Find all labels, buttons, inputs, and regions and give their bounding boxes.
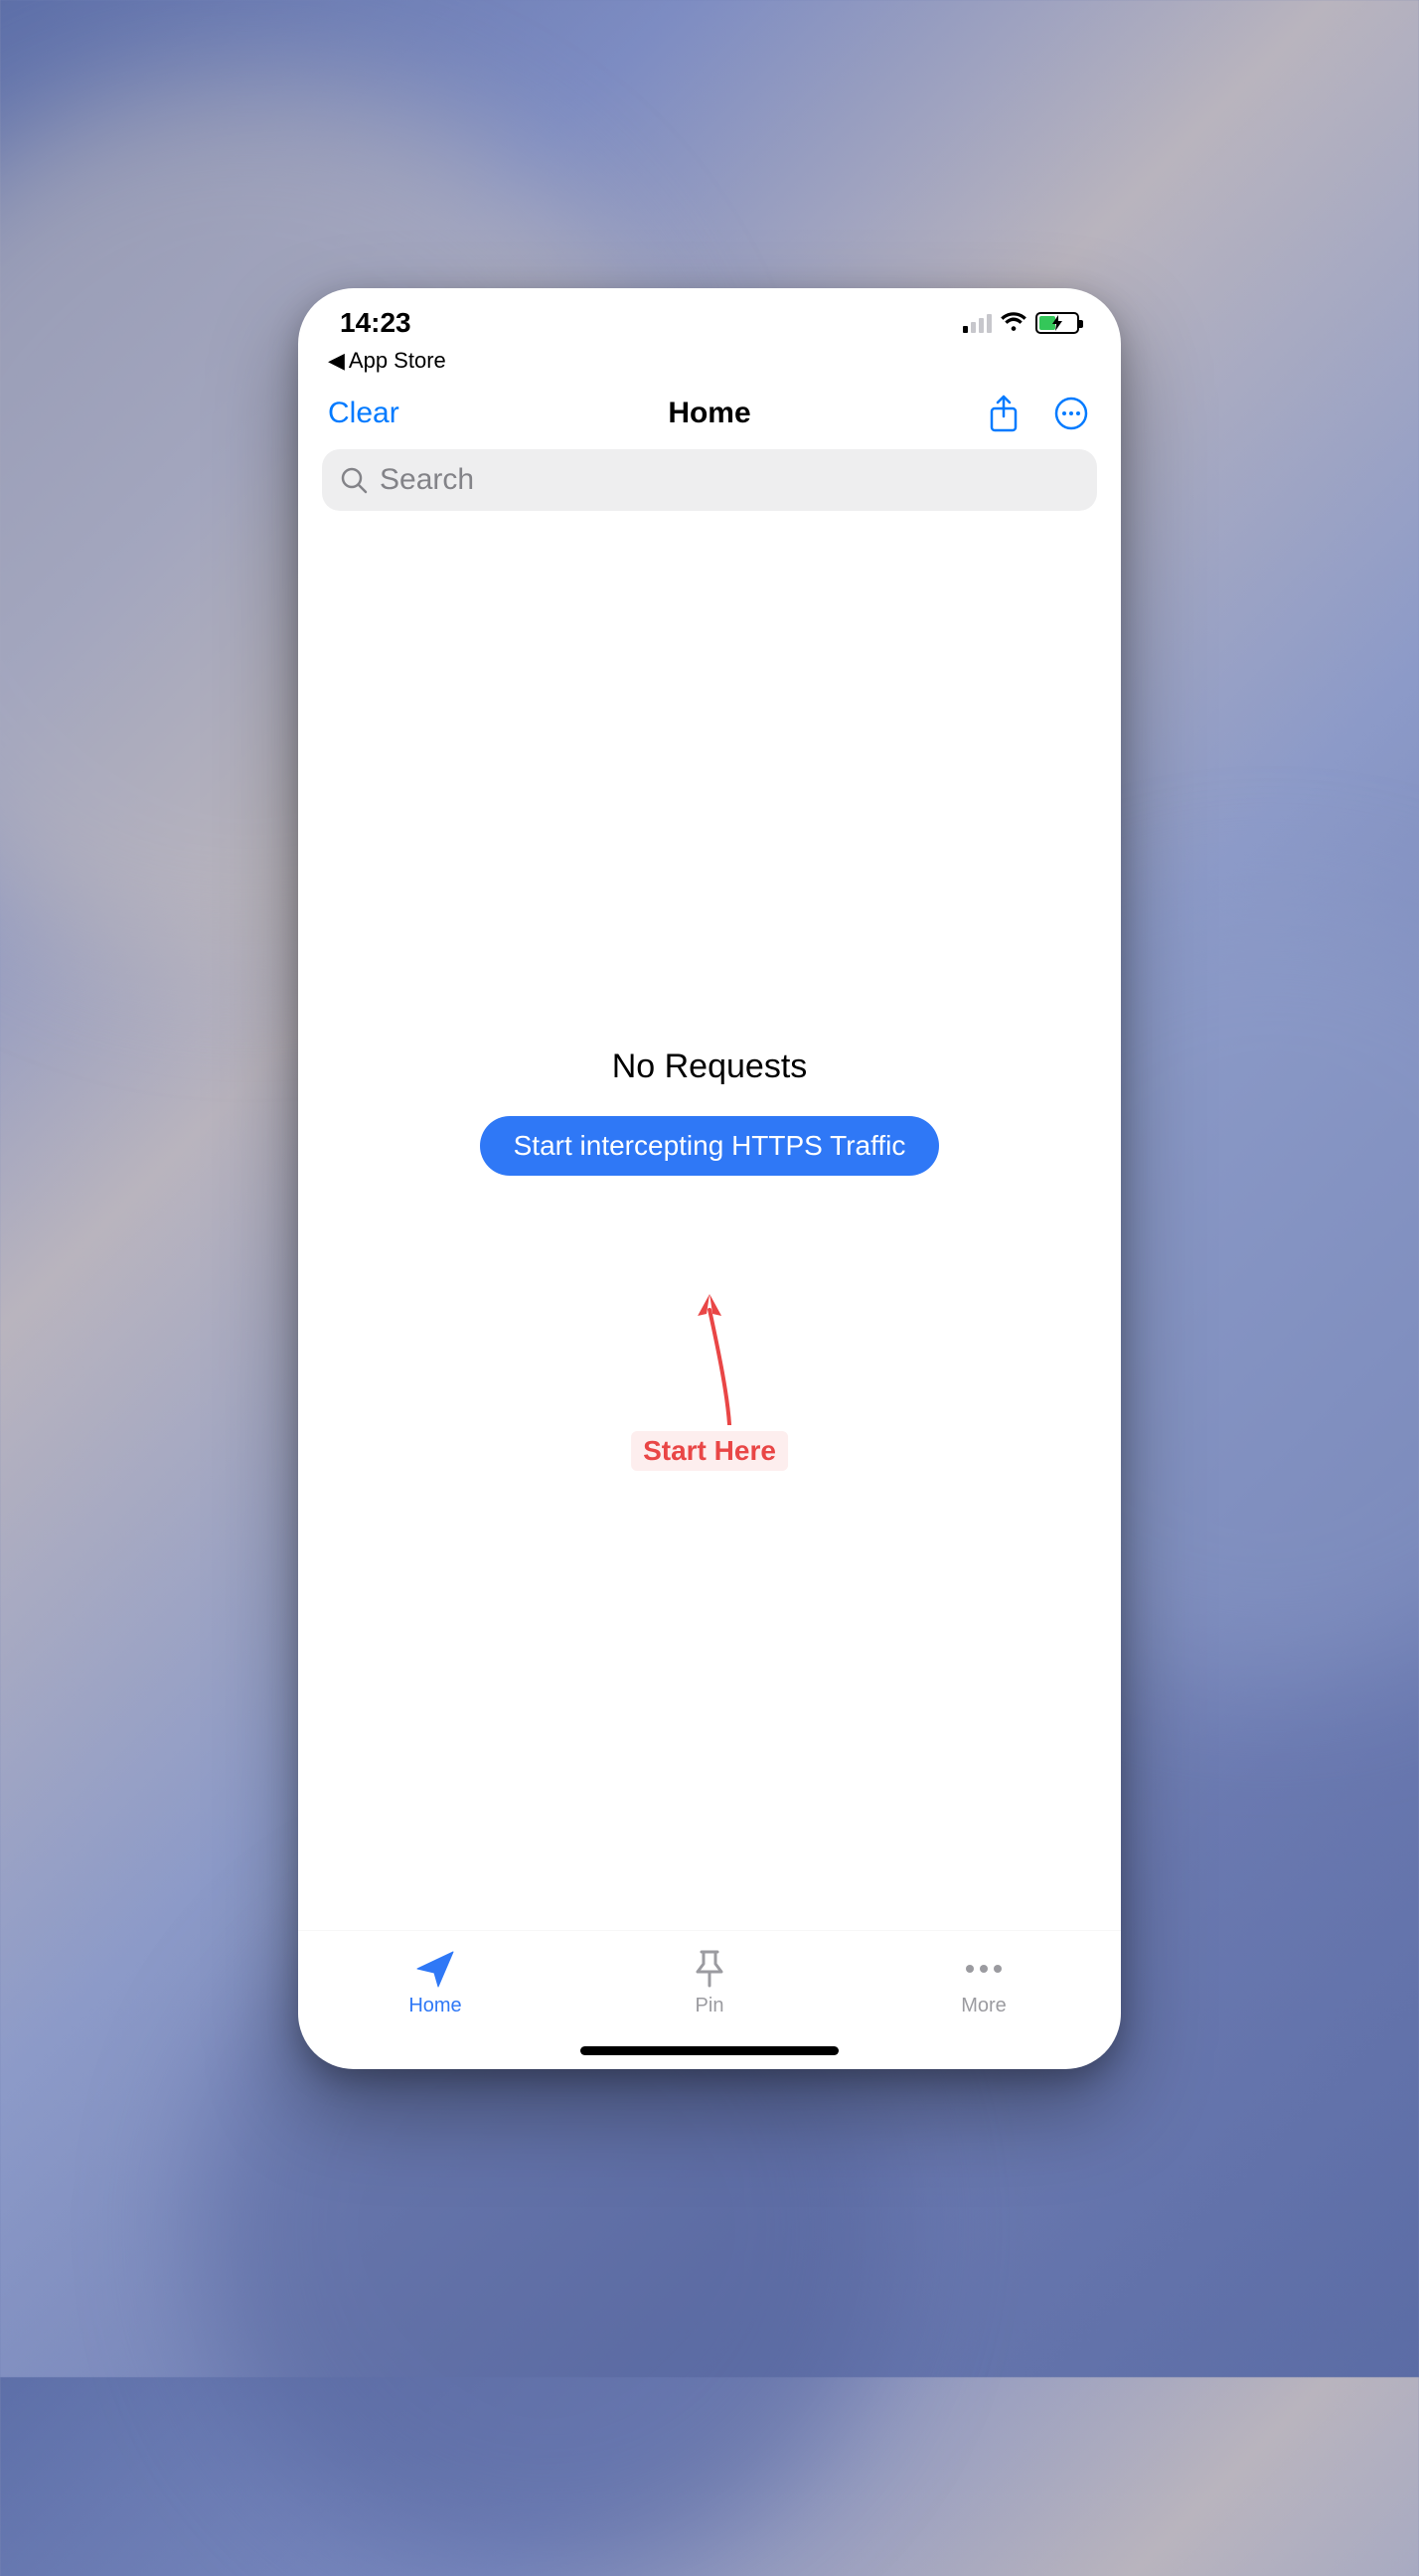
- battery-icon: [1035, 312, 1079, 334]
- clear-button[interactable]: Clear: [328, 397, 467, 430]
- status-indicators: [963, 307, 1079, 339]
- back-to-app-breadcrumb[interactable]: ◀ App Store: [298, 348, 1121, 380]
- more-options-button[interactable]: [1051, 394, 1091, 433]
- wifi-icon: [1000, 307, 1027, 339]
- phone-frame: 14:23 ◀ App Store Clear Home: [298, 288, 1121, 2069]
- annotation-label: Start Here: [631, 1431, 788, 1471]
- home-indicator[interactable]: [580, 2046, 839, 2055]
- status-bar: 14:23: [298, 288, 1121, 348]
- breadcrumb-label: App Store: [349, 348, 446, 374]
- tab-label: Home: [408, 1995, 461, 2017]
- nav-bar: Clear Home: [298, 380, 1121, 443]
- breadcrumb-chevron-icon: ◀: [328, 348, 345, 374]
- tab-pin[interactable]: Pin: [650, 1949, 769, 2017]
- search-icon: [340, 466, 368, 494]
- search-field[interactable]: [322, 449, 1097, 511]
- tab-home[interactable]: Home: [376, 1949, 495, 2017]
- arrow-up-icon: [680, 1286, 739, 1425]
- page-title: Home: [467, 397, 952, 430]
- search-input[interactable]: [380, 463, 1079, 497]
- cellular-signal-icon: [963, 313, 992, 333]
- ellipsis-circle-icon: [1054, 397, 1088, 430]
- start-intercepting-button[interactable]: Start intercepting HTTPS Traffic: [480, 1116, 940, 1176]
- share-icon: [988, 395, 1020, 432]
- tab-label: Pin: [696, 1995, 724, 2017]
- tab-label: More: [961, 1995, 1007, 2017]
- main-content: No Requests Start intercepting HTTPS Tra…: [298, 521, 1121, 1930]
- ellipsis-icon: [963, 1949, 1005, 1989]
- annotation-overlay: Start Here: [631, 1286, 788, 1471]
- tab-more[interactable]: More: [924, 1949, 1043, 2017]
- pin-icon: [692, 1949, 727, 1989]
- share-button[interactable]: [984, 394, 1024, 433]
- paper-plane-icon: [414, 1949, 456, 1989]
- empty-state-title: No Requests: [612, 1047, 808, 1086]
- status-time: 14:23: [340, 307, 411, 339]
